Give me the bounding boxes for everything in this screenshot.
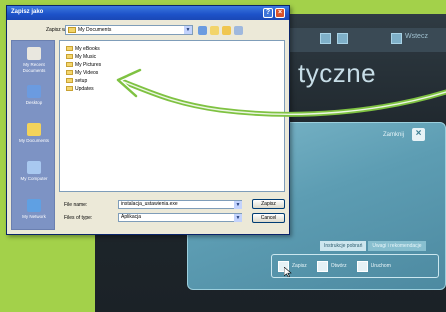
close-label[interactable]: Zamknij xyxy=(383,132,404,138)
chevron-down-icon[interactable]: ▼ xyxy=(234,201,242,209)
panel-button-bar: Zapisz Otwórz Uruchom xyxy=(271,254,439,278)
place-label: My Recent Documents xyxy=(22,62,46,73)
recent-documents-icon xyxy=(27,47,41,60)
file-name: My eBooks xyxy=(75,45,100,52)
back-label[interactable]: Wstecz xyxy=(405,33,428,40)
toolbar-icon-1[interactable] xyxy=(320,33,331,44)
folder-icon xyxy=(66,78,73,83)
open-button[interactable]: Otwórz xyxy=(316,260,353,272)
file-name-input[interactable]: instalacja_ustawienia.exe xyxy=(118,200,242,209)
file-type-select[interactable]: Aplikacja xyxy=(118,213,242,222)
panel-tabs: Instrukcje pobrań Uwagi i rekomendacje xyxy=(320,241,426,251)
page-heading: tyczne xyxy=(298,58,377,88)
folder-icon xyxy=(66,70,73,75)
my-computer-icon xyxy=(27,161,41,174)
new-folder-icon[interactable] xyxy=(222,26,231,35)
run-icon xyxy=(356,260,368,272)
tab-instructions[interactable]: Instrukcje pobrań xyxy=(320,241,367,251)
dialog-cancel-button[interactable]: Cancel xyxy=(252,213,285,223)
place-label: My Computer xyxy=(20,176,48,181)
save-as-dialog: Zapisz jako ? × Zapisz w: My Documents ▼… xyxy=(6,5,290,235)
file-name: My Music xyxy=(75,53,97,60)
my-documents-icon xyxy=(27,123,41,136)
back-nav-icon[interactable] xyxy=(198,26,207,35)
folder-icon xyxy=(66,86,73,91)
file-type-label: Files of type: xyxy=(64,215,93,221)
file-name: My Pictures xyxy=(75,61,102,68)
place-my-computer[interactable]: My Computer xyxy=(12,161,56,182)
list-item[interactable]: Updates xyxy=(66,85,94,92)
back-icon[interactable] xyxy=(391,33,402,44)
list-item[interactable]: My Videos xyxy=(66,69,98,76)
desktop-icon xyxy=(27,85,41,98)
file-name: setup xyxy=(75,77,88,84)
look-in-label: Zapisz w: xyxy=(46,27,68,33)
list-item[interactable]: My eBooks xyxy=(66,45,100,52)
list-item[interactable]: setup xyxy=(66,77,87,84)
place-recent[interactable]: My Recent Documents xyxy=(12,47,56,74)
look-in-select[interactable]: My Documents ▼ xyxy=(65,25,193,35)
folder-icon xyxy=(66,54,73,59)
folder-icon xyxy=(68,27,76,33)
folder-icon xyxy=(66,46,73,51)
list-item[interactable]: My Pictures xyxy=(66,61,101,68)
chevron-down-icon[interactable]: ▼ xyxy=(184,26,192,34)
close-icon[interactable]: × xyxy=(412,128,425,141)
run-button[interactable]: Uruchom xyxy=(356,260,397,272)
open-label: Otwórz xyxy=(330,263,347,269)
dialog-title: Zapisz jako xyxy=(11,9,44,15)
toolbar-icon-2[interactable] xyxy=(337,33,348,44)
file-name: My Videos xyxy=(75,69,99,76)
mouse-cursor-icon xyxy=(284,267,292,277)
folder-icon xyxy=(66,62,73,67)
place-label: My Documents xyxy=(18,138,49,143)
file-name-label: File name: xyxy=(64,202,88,208)
file-list[interactable]: My eBooks My Music My Pictures My Videos… xyxy=(59,40,285,192)
close-icon[interactable]: × xyxy=(275,8,285,18)
list-item[interactable]: My Music xyxy=(66,53,96,60)
place-desktop[interactable]: Desktop xyxy=(12,85,56,106)
places-bar: My Recent Documents Desktop My Documents… xyxy=(11,40,55,230)
look-in-value: My Documents xyxy=(78,27,112,33)
place-my-network[interactable]: My Network xyxy=(12,199,56,220)
save-label: Zapisz xyxy=(292,263,307,269)
open-icon xyxy=(316,260,328,272)
dialog-titlebar[interactable]: Zapisz jako ? × xyxy=(7,6,289,20)
place-label: My Network xyxy=(22,214,46,219)
views-menu-icon[interactable] xyxy=(234,26,243,35)
help-icon[interactable]: ? xyxy=(263,8,273,18)
up-folder-icon[interactable] xyxy=(210,26,219,35)
place-my-documents[interactable]: My Documents xyxy=(12,123,56,144)
my-network-icon xyxy=(27,199,41,212)
dialog-save-button[interactable]: Zapisz xyxy=(252,199,285,209)
place-label: Desktop xyxy=(25,100,43,105)
chevron-down-icon[interactable]: ▼ xyxy=(234,214,242,222)
run-label: Uruchom xyxy=(370,263,391,269)
file-name: Updates xyxy=(75,85,94,92)
tab-remarks[interactable]: Uwagi i rekomendacje xyxy=(368,241,426,251)
